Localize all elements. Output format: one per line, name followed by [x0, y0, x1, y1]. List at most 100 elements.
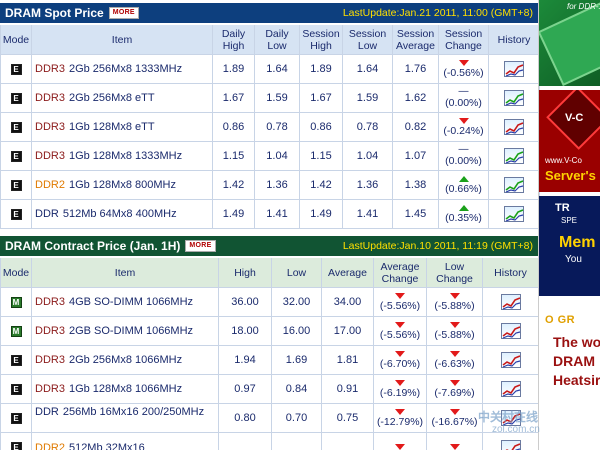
item-type: DDR2	[35, 441, 65, 450]
item-cell[interactable]: DDR2 512Mb 32Mx16	[32, 433, 219, 450]
item-type: DDR3	[35, 383, 65, 395]
chip-mode-icon: E	[10, 121, 22, 133]
session-low-cell: 1.64	[343, 55, 393, 84]
daily-low-cell: 1.41	[255, 200, 300, 229]
item-cell[interactable]: DDR3 4GB SO-DIMM 1066MHz	[32, 288, 219, 317]
vcolor-server-ad[interactable]: V-C www.V-Co Server's	[539, 90, 600, 192]
col-header-high: High	[219, 258, 272, 288]
memory-module-image	[539, 2, 600, 86]
history-chart-icon[interactable]	[504, 61, 524, 77]
item-cell[interactable]: DDR3 2Gb 256Mx8 1333MHz	[32, 55, 213, 84]
average-change-cell-text: (-12.79%)	[376, 415, 424, 428]
average-change-cell: (-5.56%)	[374, 288, 427, 317]
arrow-down-icon	[449, 321, 460, 328]
mode-cell: E	[1, 433, 32, 450]
item-cell[interactable]: DDR3 2Gb 256Mx8 eTT	[32, 84, 213, 113]
arrow-down-icon	[449, 408, 460, 415]
heatsink-ad[interactable]: O GR The wo DRAM Heatsir	[539, 306, 600, 450]
chip-mode-icon: E	[10, 383, 22, 395]
session-average-cell: 1.76	[393, 55, 439, 84]
high-cell: 0.80	[219, 404, 272, 433]
mode-cell: E	[1, 55, 32, 84]
session-average-cell: 1.07	[393, 142, 439, 171]
contract-more-button[interactable]: MORE	[185, 240, 216, 252]
low-change-cell-text: (-16.67%)	[431, 415, 478, 428]
history-cell	[489, 113, 540, 142]
ad4-banner: O GR	[545, 314, 576, 326]
chip-mode-icon: E	[10, 179, 22, 191]
ad1-text: for DDR-1,	[567, 2, 600, 11]
no-change-icon: —	[458, 85, 469, 97]
arrow-down-icon	[449, 292, 460, 299]
col-header-mode: Mode	[1, 258, 32, 288]
no-change-icon: —	[458, 143, 469, 155]
daily-high-cell: 1.49	[213, 200, 255, 229]
spot-price-table: Mode Item Daily High Daily Low Session H…	[0, 25, 540, 229]
daily-high-cell: 1.42	[213, 171, 255, 200]
session-change-cell-text: (0.35%)	[445, 211, 482, 224]
transcend-ad[interactable]: TR SPE Mem You	[539, 196, 600, 296]
history-cell	[489, 55, 540, 84]
arrow-down-icon	[458, 117, 469, 124]
session-low-cell: 1.41	[343, 200, 393, 229]
history-chart-icon[interactable]	[500, 352, 521, 368]
session-average-cell: 0.82	[393, 113, 439, 142]
item-cell[interactable]: DDR3 1Gb 128Mx8 eTT	[32, 113, 213, 142]
item-cell[interactable]: DDR 512Mb 64Mx8 400MHz	[32, 200, 213, 229]
history-chart-icon[interactable]	[500, 294, 521, 310]
item-cell[interactable]: DDR3 2Gb 256Mx8 1066MHz	[32, 346, 219, 375]
col-header-history: History	[483, 258, 539, 288]
history-chart-icon[interactable]	[504, 119, 524, 135]
arrow-down-icon	[449, 379, 460, 386]
col-header-history: History	[489, 25, 540, 55]
ad4-line3: Heatsir	[553, 372, 600, 388]
session-low-cell: 1.04	[343, 142, 393, 171]
ad2-url: www.V-Co	[545, 156, 582, 165]
item-cell[interactable]: DDR3 2GB SO-DIMM 1066MHz	[32, 317, 219, 346]
item-cell[interactable]: DDR3 1Gb 128Mx8 1333MHz	[32, 142, 213, 171]
item-spec: 2Gb 256Mx8 1333MHz	[68, 63, 183, 75]
memory-module-ad[interactable]: for DDR-1,	[539, 0, 600, 86]
history-chart-icon[interactable]	[504, 206, 524, 222]
history-cell	[489, 200, 540, 229]
session-low-cell: 1.59	[343, 84, 393, 113]
daily-low-cell: 1.59	[255, 84, 300, 113]
average-cell: 1.81	[322, 346, 374, 375]
high-cell	[219, 433, 272, 450]
chip-mode-icon: E	[10, 150, 22, 162]
history-chart-icon[interactable]	[504, 148, 524, 164]
ad2-tagline: Server's	[545, 168, 596, 183]
item-spec: 256Mb 16Mx16 200/250MHz	[62, 406, 205, 418]
col-header-session-high: Session High	[300, 25, 343, 55]
col-header-session-low: Session Low	[343, 25, 393, 55]
history-chart-icon[interactable]	[504, 177, 524, 193]
item-type: DDR3	[35, 121, 65, 133]
item-cell[interactable]: DDR 256Mb 16Mx16 200/250MHz	[32, 404, 219, 433]
mode-cell: E	[1, 404, 32, 433]
item-cell[interactable]: DDR3 1Gb 128Mx8 1066MHz	[32, 375, 219, 404]
arrow-down-icon	[449, 444, 460, 450]
average-cell: 17.00	[322, 317, 374, 346]
low-change-cell: (-5.88%)	[427, 317, 483, 346]
spot-more-button[interactable]: MORE	[108, 7, 139, 19]
arrow-down-icon	[458, 59, 469, 66]
session-change-cell-text: (-0.56%)	[443, 66, 484, 79]
daily-high-cell: 0.86	[213, 113, 255, 142]
ad3-sub: SPE	[561, 216, 578, 225]
history-chart-icon[interactable]	[504, 90, 524, 106]
arrow-down-icon	[449, 350, 460, 357]
low-change-cell-text: (-5.88%)	[434, 328, 475, 341]
low-cell: 0.84	[272, 375, 322, 404]
item-spec: 512Mb 32Mx16	[68, 441, 145, 450]
session-change-cell: (0.35%)	[439, 200, 489, 229]
ad3-title: Mem	[559, 234, 596, 251]
spot-last-update: LastUpdate:Jan.21 2011, 11:00 (GMT+8)	[342, 7, 533, 19]
history-chart-icon[interactable]	[500, 381, 521, 397]
history-chart-icon[interactable]	[500, 439, 521, 450]
session-high-cell: 1.67	[300, 84, 343, 113]
history-chart-icon[interactable]	[500, 323, 521, 339]
daily-low-cell: 1.04	[255, 142, 300, 171]
history-cell	[483, 317, 539, 346]
item-cell[interactable]: DDR2 1Gb 128Mx8 800MHz	[32, 171, 213, 200]
low-change-cell	[427, 433, 483, 450]
